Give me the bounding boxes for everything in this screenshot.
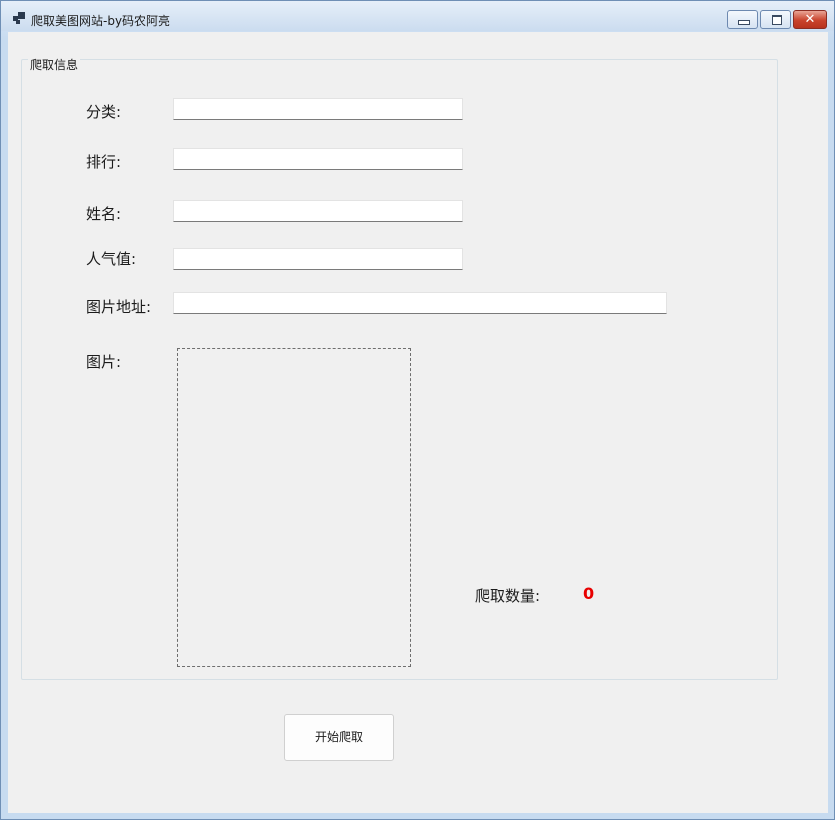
image-label: 图片:	[86, 353, 122, 371]
minimize-button[interactable]	[727, 10, 758, 29]
title-bar[interactable]: 爬取美图网站-by码农阿亮 ✕	[1, 1, 834, 31]
window-title: 爬取美图网站-by码农阿亮	[31, 14, 171, 28]
start-crawl-button[interactable]: 开始爬取	[284, 714, 394, 761]
image-url-input[interactable]	[173, 292, 667, 314]
crawl-count-label: 爬取数量:	[475, 587, 541, 605]
close-button[interactable]: ✕	[793, 10, 827, 29]
popularity-input[interactable]	[173, 248, 463, 270]
popularity-label: 人气值:	[86, 250, 137, 268]
rank-input[interactable]	[173, 148, 463, 170]
image-picture-box	[177, 348, 411, 667]
image-url-label: 图片地址:	[86, 298, 152, 316]
app-icon	[13, 12, 25, 24]
client-area: 爬取信息 分类: 排行: 姓名: 人气值: 图片地址: 图片: 爬取数量: 0 …	[8, 32, 828, 813]
maximize-button[interactable]	[760, 10, 791, 29]
rank-label: 排行:	[86, 153, 122, 171]
crawl-info-legend: 爬取信息	[28, 56, 81, 73]
close-icon: ✕	[804, 12, 816, 27]
name-input[interactable]	[173, 200, 463, 222]
main-window: 爬取美图网站-by码农阿亮 ✕ 爬取信息 分类: 排行: 姓名: 人气值: 图片…	[0, 0, 835, 820]
category-label: 分类:	[86, 103, 122, 121]
name-label: 姓名:	[86, 205, 122, 223]
crawl-count-value: 0	[583, 584, 595, 603]
category-input[interactable]	[173, 98, 463, 120]
